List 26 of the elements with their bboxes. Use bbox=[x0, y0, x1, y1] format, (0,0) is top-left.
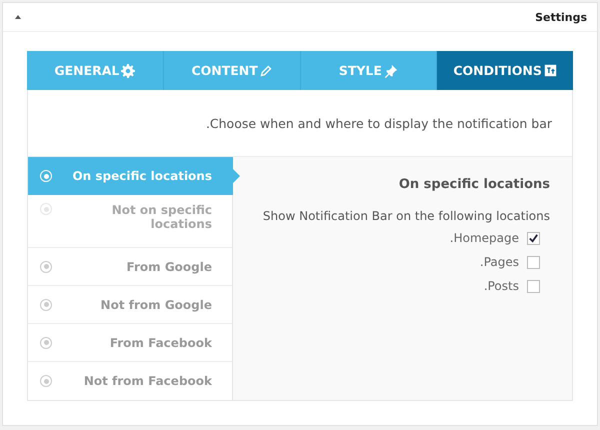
radio-icon bbox=[40, 203, 52, 215]
pin-icon bbox=[384, 64, 398, 78]
checkbox-label: .Homepage bbox=[450, 231, 519, 245]
checkbox-label: .Pages bbox=[480, 255, 519, 269]
description-text: .Choose when and where to display the notification bar bbox=[206, 116, 552, 130]
tab[interactable]: GENERAL bbox=[27, 51, 164, 90]
section-heading: On specific locations bbox=[398, 177, 550, 192]
checkbox-label: .Posts bbox=[484, 279, 519, 293]
checkbox[interactable] bbox=[527, 232, 540, 244]
pencil-icon bbox=[260, 64, 272, 76]
square-icon bbox=[544, 64, 557, 77]
checkbox[interactable] bbox=[527, 280, 540, 292]
tab[interactable]: CONTENT bbox=[164, 51, 300, 90]
tab[interactable]: CONDITIONS bbox=[437, 51, 573, 90]
condition-item[interactable]: On specific locations bbox=[28, 157, 240, 195]
radio-icon bbox=[40, 170, 52, 182]
section-subheading: Show Notification Bar on the following locations bbox=[262, 209, 550, 223]
radio-icon bbox=[40, 336, 52, 348]
collapse-toggle-icon[interactable] bbox=[15, 15, 21, 19]
radio-icon bbox=[40, 260, 52, 272]
checkbox[interactable] bbox=[527, 256, 540, 268]
panel-title: Settings bbox=[535, 10, 587, 24]
gear-icon bbox=[121, 64, 136, 78]
radio-icon bbox=[40, 375, 52, 387]
radio-icon bbox=[40, 298, 52, 310]
tab[interactable]: STYLE bbox=[300, 51, 438, 90]
